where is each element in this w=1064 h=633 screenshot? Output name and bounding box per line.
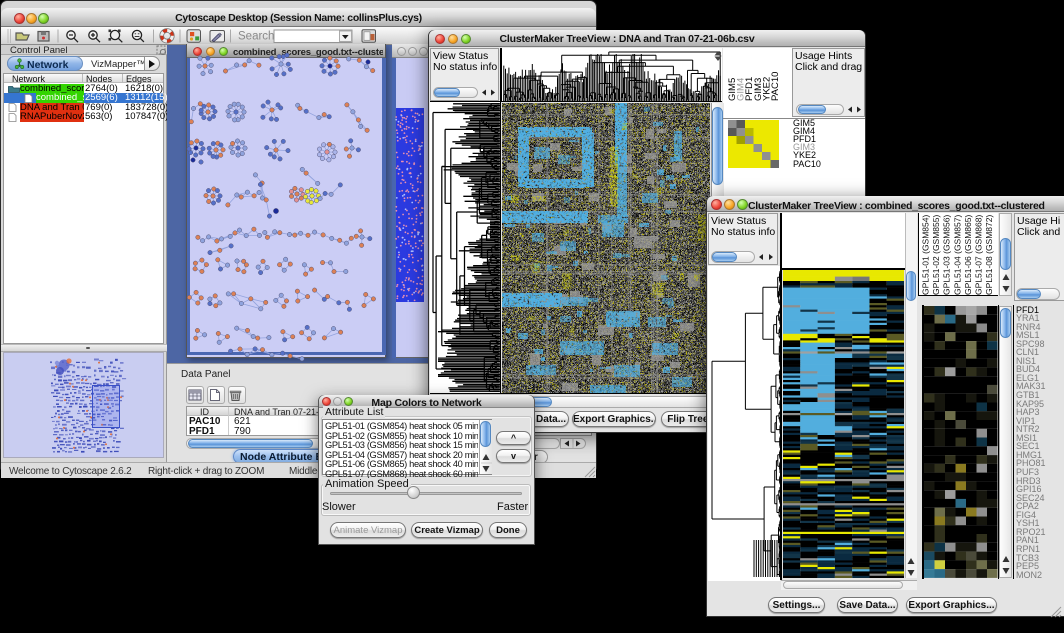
svg-text:GPL51-01 (GSM854): GPL51-01 (GSM854) xyxy=(921,215,931,295)
svg-text:GPL51-08 (GSM872): GPL51-08 (GSM872) xyxy=(984,215,994,295)
svg-text:GPL51-04 (GSM857): GPL51-04 (GSM857) xyxy=(952,215,962,295)
svg-text:GPL51-03 (GSM856): GPL51-03 (GSM856) xyxy=(942,215,952,295)
svg-text:GPL51-02 (GSM855): GPL51-02 (GSM855) xyxy=(931,215,941,295)
svg-text:PAC10: PAC10 xyxy=(770,72,781,101)
svg-text:GPL51-07 (GSM868): GPL51-07 (GSM868) xyxy=(974,215,984,295)
svg-text:GPL51-06 (GSM865): GPL51-06 (GSM865) xyxy=(963,215,973,295)
